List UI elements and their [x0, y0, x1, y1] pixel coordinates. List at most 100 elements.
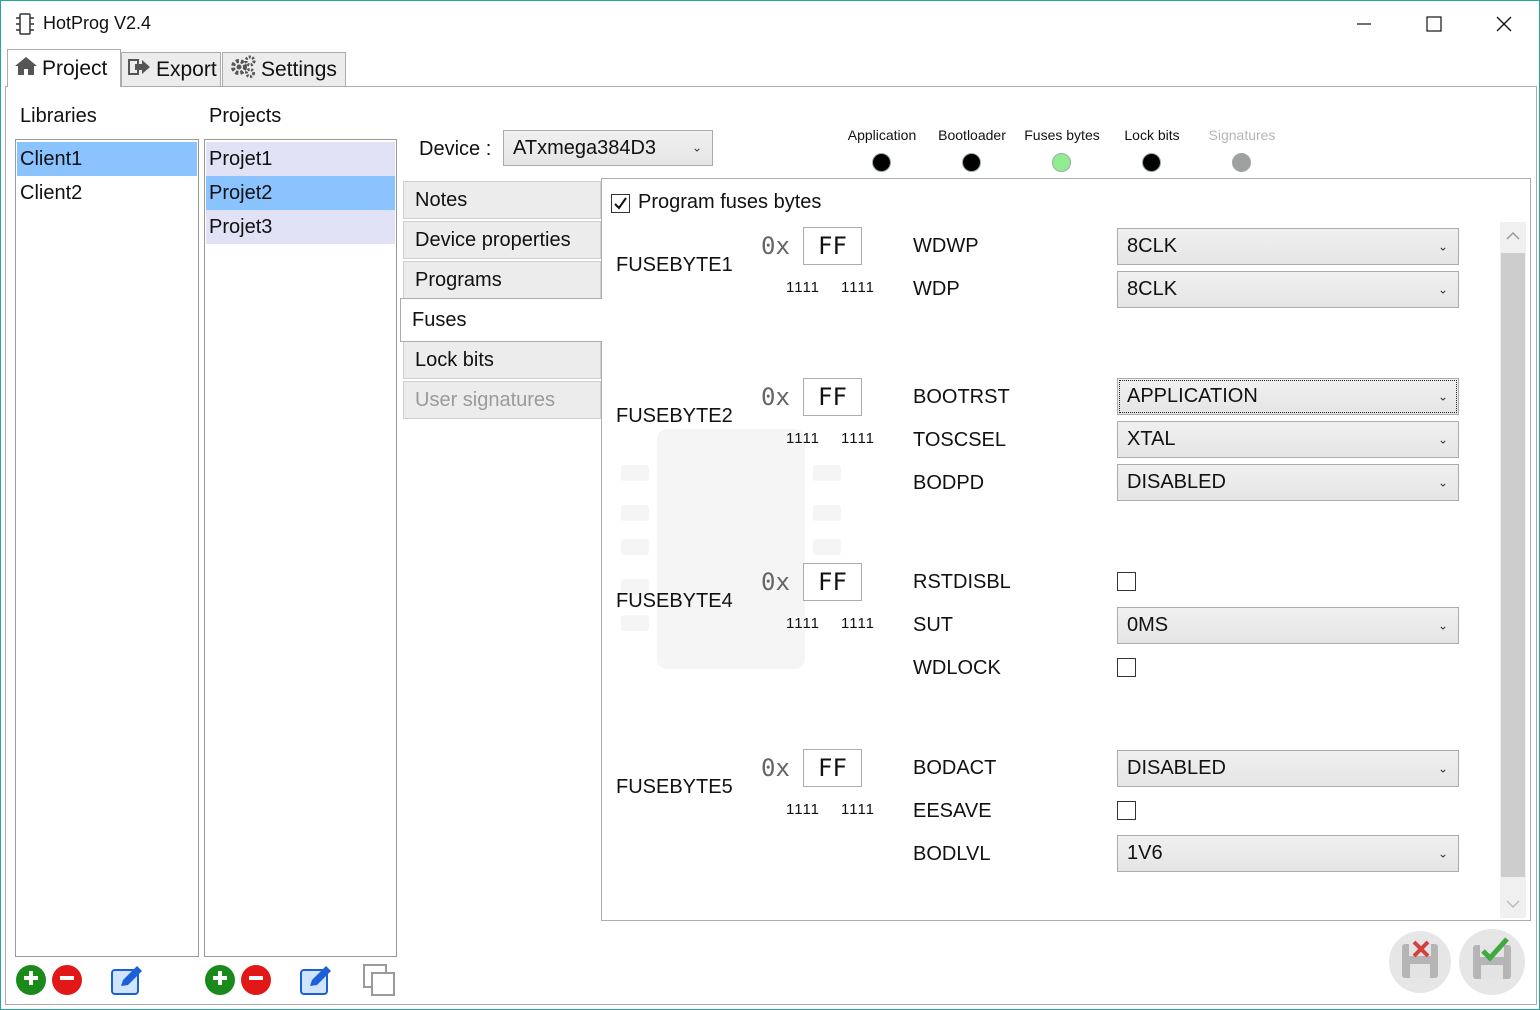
fusebyte-bits-low: 1111 — [841, 615, 876, 632]
fusebyte-hex-input[interactable]: FF — [803, 749, 862, 787]
home-icon — [14, 55, 38, 83]
minus-icon — [58, 969, 76, 992]
chevron-down-icon: ⌄ — [1437, 474, 1448, 489]
status-label: Signatures — [1208, 127, 1276, 143]
fusebyte-bits-high: 1111 — [786, 615, 821, 632]
scroll-up-icon[interactable] — [1504, 228, 1522, 249]
minimize-button[interactable] — [1329, 1, 1399, 47]
fusebyte-hex-input[interactable]: FF — [803, 227, 862, 265]
program-fuses-label: Program fuses bytes — [638, 191, 822, 213]
libraries-header: Libraries — [20, 105, 97, 127]
edit-project-button[interactable] — [300, 963, 334, 997]
maximize-button[interactable] — [1399, 1, 1469, 47]
tab-user-signatures: User signatures — [403, 381, 601, 419]
sut-select[interactable]: 0MS ⌄ — [1117, 607, 1459, 644]
list-item[interactable]: Projet1 — [206, 142, 395, 176]
close-button[interactable] — [1469, 1, 1539, 47]
fusebyte-bits-high: 1111 — [786, 279, 821, 296]
bodpd-select[interactable]: DISABLED ⌄ — [1117, 464, 1459, 501]
bootrst-select[interactable]: APPLICATION ⌄ — [1117, 378, 1459, 415]
scroll-down-icon[interactable] — [1504, 896, 1522, 917]
wdp-select[interactable]: 8CLK ⌄ — [1117, 271, 1459, 308]
tab-programs[interactable]: Programs — [403, 261, 601, 299]
projects-header: Projects — [209, 105, 282, 127]
fuses-status-indicator — [1052, 153, 1071, 172]
chevron-down-icon: ⌄ — [1437, 845, 1448, 860]
bodlvl-select[interactable]: 1V6 ⌄ — [1117, 835, 1459, 872]
chevron-down-icon: ⌄ — [1437, 760, 1448, 775]
checkmark-icon — [612, 197, 629, 216]
fusebyte-bits-low: 1111 — [841, 430, 876, 447]
toscsel-select[interactable]: XTAL ⌄ — [1117, 421, 1459, 458]
signatures-status-indicator — [1232, 153, 1251, 172]
tab-label: Export — [156, 57, 217, 81]
add-library-button[interactable] — [16, 965, 46, 995]
list-item[interactable]: Client1 — [17, 142, 197, 176]
rstdisbl-checkbox[interactable] — [1117, 572, 1136, 591]
remove-project-button[interactable] — [241, 965, 271, 995]
bodact-select[interactable]: DISABLED ⌄ — [1117, 750, 1459, 787]
list-item[interactable]: Projet2 — [206, 176, 395, 210]
fusebyte-bits-high: 1111 — [786, 430, 821, 447]
list-item[interactable]: Projet3 — [206, 210, 395, 244]
fusebyte-name: FUSEBYTE5 — [616, 776, 733, 798]
fuse-field-label: WDP — [913, 278, 960, 300]
fusebyte-name: FUSEBYTE4 — [616, 590, 733, 612]
app-window: HotProg V2.4 Project Export Settings Lib… — [0, 0, 1540, 1010]
hex-prefix: 0x — [761, 754, 790, 782]
lockbits-status-indicator — [1142, 153, 1161, 172]
fuse-field-label: WDLOCK — [913, 657, 1001, 679]
tab-project[interactable]: Project — [7, 49, 121, 88]
chip-watermark-icon — [619, 429, 843, 671]
fusebyte-bits-low: 1111 — [841, 801, 876, 818]
chevron-down-icon: ⌄ — [691, 140, 702, 155]
fusebyte-bits-low: 1111 — [841, 279, 876, 296]
chevron-down-icon: ⌄ — [1437, 431, 1448, 446]
title-bar: HotProg V2.4 — [1, 1, 1539, 47]
remove-library-button[interactable] — [52, 965, 82, 995]
tab-device-properties[interactable]: Device properties — [403, 221, 601, 259]
eesave-checkbox[interactable] — [1117, 801, 1136, 820]
fusebyte-hex-input[interactable]: FF — [803, 563, 862, 601]
tab-settings[interactable]: Settings — [222, 52, 346, 87]
fuse-field-label: BODLVL — [913, 843, 991, 865]
wdwp-select[interactable]: 8CLK ⌄ — [1117, 228, 1459, 265]
select-value: 8CLK — [1127, 235, 1178, 257]
fuse-field-label: BODACT — [913, 757, 997, 779]
hex-prefix: 0x — [761, 232, 790, 260]
device-value: ATxmega384D3 — [513, 136, 657, 159]
chevron-down-icon: ⌄ — [1437, 238, 1448, 253]
fusebyte-name: FUSEBYTE1 — [616, 254, 733, 276]
save-button[interactable] — [1459, 929, 1525, 995]
projects-list[interactable]: Projet1 Projet2 Projet3 — [204, 139, 397, 957]
duplicate-project-button[interactable] — [362, 963, 398, 999]
fusebyte-hex-input[interactable]: FF — [803, 378, 862, 416]
fusebyte-bits-high: 1111 — [786, 801, 821, 818]
cancel-button[interactable] — [1389, 931, 1451, 993]
hex-prefix: 0x — [761, 568, 790, 596]
scrollbar-thumb[interactable] — [1501, 253, 1525, 877]
fuse-field-label: EESAVE — [913, 800, 992, 822]
tab-export[interactable]: Export — [121, 52, 221, 87]
device-select[interactable]: ATxmega384D3 ⌄ — [503, 130, 713, 166]
add-project-button[interactable] — [205, 965, 235, 995]
gear-icon — [229, 54, 257, 86]
list-item[interactable]: Client2 — [17, 176, 197, 210]
tab-lock-bits[interactable]: Lock bits — [403, 341, 601, 379]
libraries-list[interactable]: Client1 Client2 — [15, 139, 199, 957]
edit-library-button[interactable] — [111, 963, 145, 997]
discard-save-icon — [1398, 938, 1442, 987]
fuse-field-label: SUT — [913, 614, 953, 636]
fuse-field-label: WDWP — [913, 235, 979, 257]
wdlock-checkbox[interactable] — [1117, 658, 1136, 677]
select-value: DISABLED — [1127, 471, 1226, 493]
tab-label: Settings — [261, 57, 337, 81]
tab-label: Project — [42, 56, 108, 80]
plus-icon — [211, 969, 229, 992]
hex-prefix: 0x — [761, 383, 790, 411]
program-fuses-checkbox[interactable] — [611, 194, 630, 213]
fuse-field-label: BOOTRST — [913, 386, 1010, 408]
tab-notes[interactable]: Notes — [403, 181, 601, 219]
edit-icon — [111, 966, 145, 1001]
tab-fuses[interactable]: Fuses — [400, 298, 602, 342]
